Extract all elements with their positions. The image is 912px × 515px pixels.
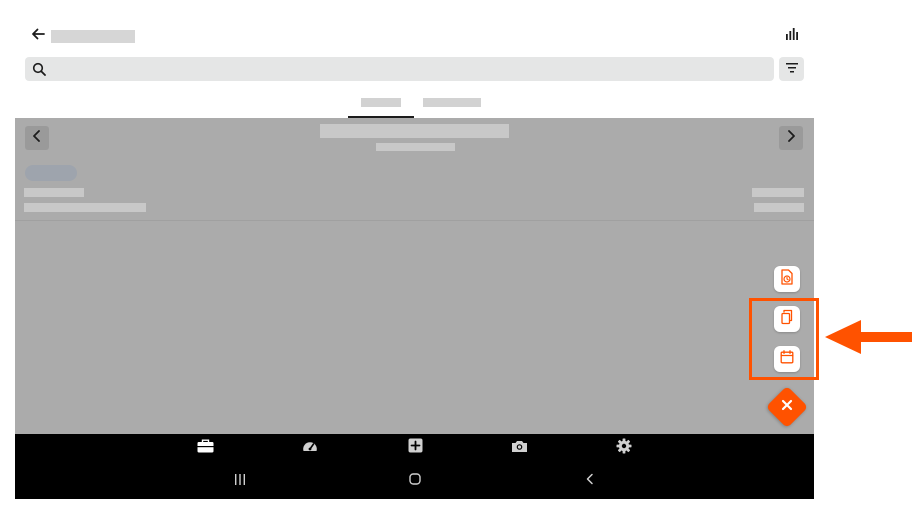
search-icon (27, 57, 51, 81)
tab-first[interactable] (348, 91, 414, 118)
previous-day-button[interactable] (25, 126, 49, 150)
screenshot-stage (0, 0, 912, 515)
arrow-left-icon (825, 320, 912, 358)
tablet-screen (15, 15, 814, 499)
search-input[interactable] (51, 58, 774, 80)
home-button[interactable] (404, 470, 426, 492)
recent-apps-icon (234, 472, 246, 490)
nav-item-dashboard[interactable] (299, 438, 321, 458)
tab-label-placeholder (361, 98, 401, 107)
system-back-button[interactable] (579, 470, 601, 492)
content-overlay (15, 118, 814, 434)
speedometer-icon (302, 439, 318, 458)
chart-button[interactable] (781, 25, 803, 47)
plus-square-icon (408, 438, 423, 458)
back-button[interactable] (27, 25, 49, 47)
bar-chart-icon (785, 27, 799, 45)
nav-item-create[interactable] (404, 438, 426, 458)
list-item-subtitle-placeholder (24, 203, 146, 212)
list-item-value-placeholder (752, 188, 804, 197)
camera-icon (511, 439, 528, 458)
annotation-arrow (825, 320, 912, 354)
timesheet-action-button[interactable] (774, 266, 800, 292)
tab-second[interactable] (415, 91, 489, 118)
system-navigation-bar (15, 462, 814, 499)
arrow-left-icon (30, 26, 46, 47)
list-item-title-placeholder (24, 188, 84, 197)
search-bar (25, 57, 774, 81)
filter-icon (785, 60, 798, 78)
recent-apps-button[interactable] (229, 470, 251, 492)
annotation-highlight-box (749, 298, 819, 380)
list-item-meta-placeholder (754, 203, 804, 212)
filter-button[interactable] (779, 57, 804, 81)
tab-bar (15, 91, 814, 118)
back-chevron-icon (585, 472, 595, 490)
status-badge (25, 165, 77, 181)
briefcase-icon (197, 439, 214, 458)
chevron-left-icon (32, 129, 42, 147)
document-clock-icon (780, 268, 794, 290)
next-day-button[interactable] (779, 126, 803, 150)
date-subtitle-placeholder (376, 143, 455, 151)
nav-item-projects[interactable] (194, 438, 216, 458)
home-icon (409, 472, 421, 490)
chevron-right-icon (786, 129, 796, 147)
page-title-placeholder (51, 30, 135, 43)
nav-item-settings[interactable] (613, 438, 635, 458)
nav-item-camera[interactable] (508, 438, 530, 458)
date-title-placeholder (320, 124, 509, 138)
bottom-navigation (15, 434, 814, 462)
tab-label-placeholder (423, 98, 481, 107)
list-divider (15, 220, 814, 221)
app-bar (15, 15, 814, 55)
gear-icon (616, 438, 632, 459)
